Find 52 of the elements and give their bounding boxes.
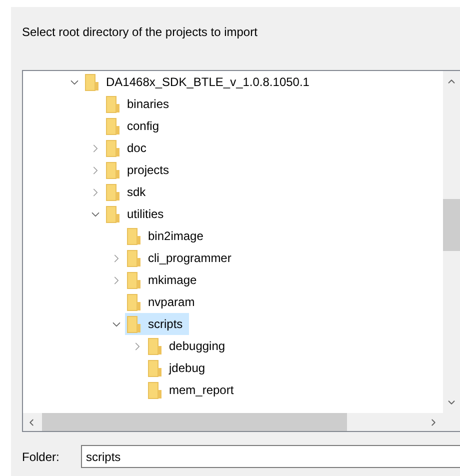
scrollbar-thumb[interactable]: [443, 199, 460, 251]
tree-item[interactable]: jdebug: [146, 357, 212, 379]
folder-icon: [106, 162, 120, 178]
tree-item[interactable]: projects: [104, 159, 176, 181]
folder-name: nvparam: [148, 294, 195, 311]
folder-name: config: [127, 118, 160, 135]
tree-item[interactable]: utilities: [104, 203, 170, 225]
folder-icon: [148, 382, 162, 398]
folder-label: Folder:: [22, 448, 60, 466]
folder-field[interactable]: scripts: [81, 445, 460, 468]
tree-item[interactable]: scripts: [125, 313, 189, 335]
folder-name: debugging: [169, 338, 226, 355]
tree-item[interactable]: mkimage: [125, 269, 203, 291]
folder-icon: [127, 272, 141, 288]
folder-name: mkimage: [148, 272, 197, 289]
folder-icon: [106, 118, 120, 134]
folder-name: cli_programmer: [148, 250, 232, 267]
vertical-scrollbar[interactable]: [443, 71, 460, 413]
folder-icon: [106, 184, 120, 200]
folder-icon: [106, 96, 120, 112]
folder-icon: [148, 338, 162, 354]
tree-item[interactable]: debugging: [146, 335, 232, 357]
tree-item[interactable]: binaries: [104, 93, 176, 115]
folder-name: mem_report: [169, 382, 234, 399]
folder-icon: [127, 250, 141, 266]
folder-name: sdk: [127, 184, 146, 201]
instruction-text: Select root directory of the projects to import: [22, 25, 258, 39]
tree-item[interactable]: bin2image: [125, 225, 210, 247]
folder-icon: [127, 316, 141, 332]
folder-name: doc: [127, 140, 146, 157]
tree-item[interactable]: sdk: [104, 181, 152, 203]
tree-item[interactable]: DA1468x_SDK_BTLE_v_1.0.8.1050.1: [83, 71, 316, 93]
folder-icon: [85, 74, 99, 90]
tree-item[interactable]: cli_programmer: [125, 247, 238, 269]
tree-item[interactable]: config: [104, 115, 166, 137]
folder-name: scripts: [148, 316, 183, 333]
tree-item[interactable]: doc: [104, 137, 152, 159]
folder-name: DA1468x_SDK_BTLE_v_1.0.8.1050.1: [106, 74, 310, 91]
folder-name: projects: [127, 162, 170, 179]
folder-icon: [106, 206, 120, 222]
folder-name: utilities: [127, 206, 164, 223]
folder-icon: [148, 360, 162, 376]
tree-item[interactable]: nvparam: [125, 291, 201, 313]
tree-item[interactable]: mem_report: [146, 379, 240, 401]
scrollbar-thumb[interactable]: [42, 413, 347, 431]
folder-icon: [127, 228, 141, 244]
folder-name: bin2image: [148, 228, 204, 245]
horizontal-scrollbar[interactable]: [23, 413, 443, 431]
folder-icon: [106, 140, 120, 156]
folder-name: jdebug: [169, 360, 206, 377]
folder-name: binaries: [127, 96, 170, 113]
folder-icon: [127, 294, 141, 310]
